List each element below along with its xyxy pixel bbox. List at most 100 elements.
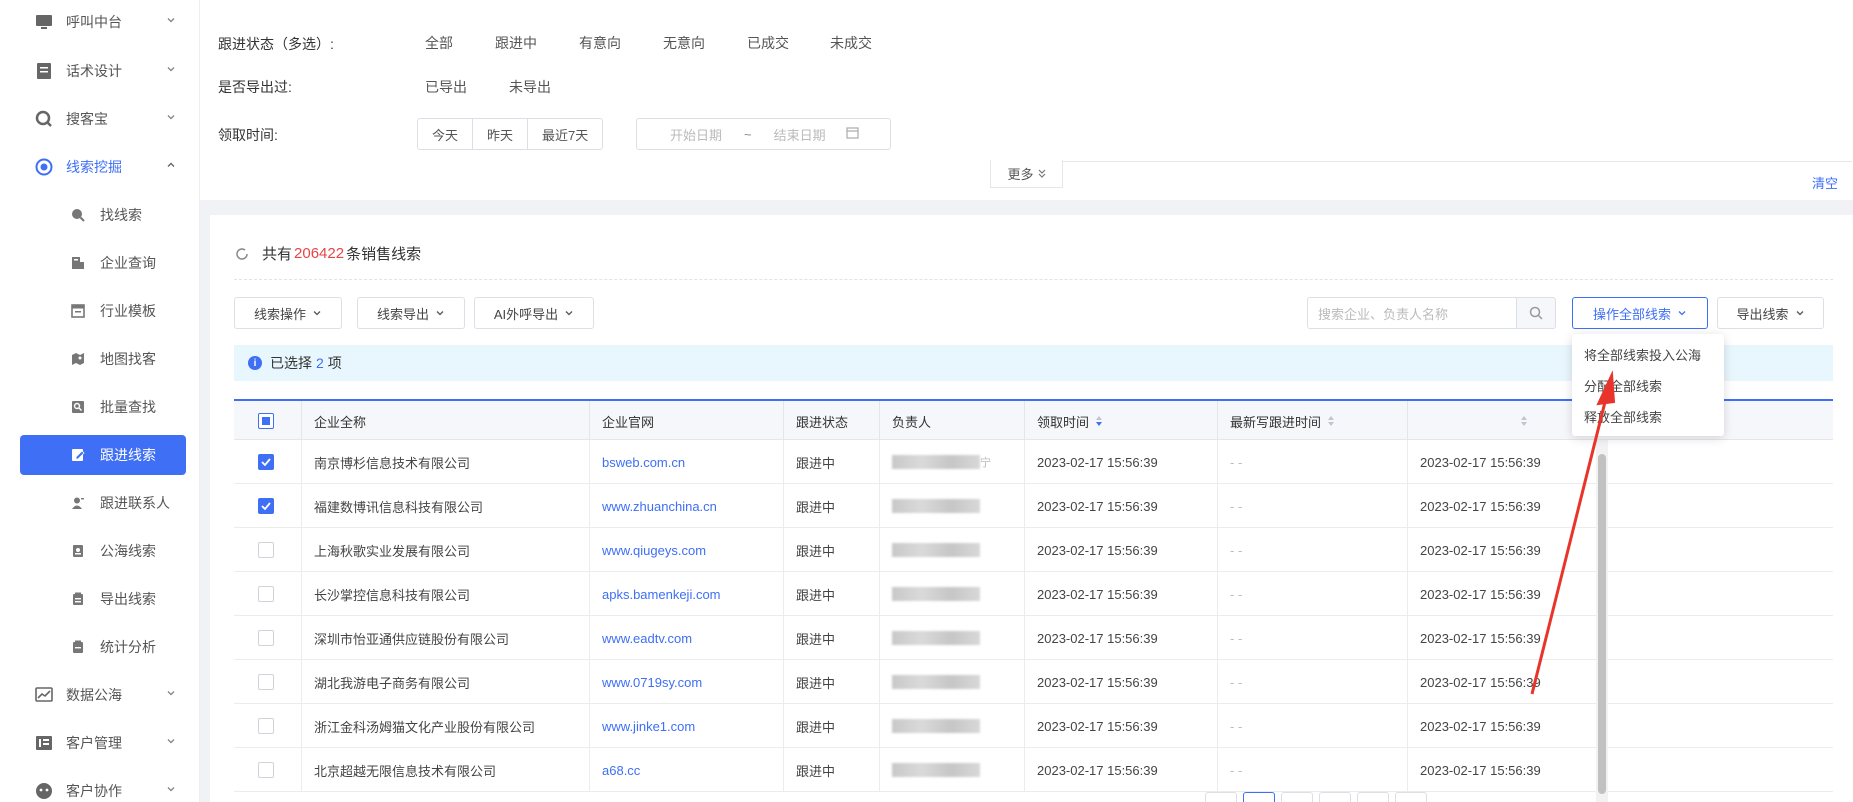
company-website-link[interactable]: a68.cc — [590, 748, 784, 792]
pager-prev[interactable] — [1205, 792, 1237, 802]
nav-item-call-center[interactable]: 呼叫中台 — [20, 2, 186, 42]
row-checkbox[interactable] — [258, 498, 274, 514]
extra-time: 2023-02-17 15:56:39 — [1420, 586, 1541, 602]
exported-option-yes[interactable]: 已导出 — [425, 77, 467, 97]
status-option-not-closed[interactable]: 未成交 — [830, 33, 872, 53]
redacted-owner — [892, 455, 980, 469]
nav-item-lead-mining[interactable]: 线索挖掘 — [20, 147, 186, 187]
pager-page[interactable] — [1281, 792, 1313, 802]
nav-item-customer-management[interactable]: 客户管理 — [20, 723, 186, 763]
more-divider — [1030, 161, 1852, 162]
exported-option-no[interactable]: 未导出 — [509, 77, 551, 97]
table-row[interactable]: 湖北我游电子商务有限公司 www.0719sy.com 跟进中 2023-02-17 … — [234, 660, 1833, 704]
nav-item-data-pool[interactable]: 数据公海 — [20, 675, 186, 715]
sidebar-item-public-pool[interactable]: 公海线索 — [20, 531, 186, 571]
redacted-owner — [892, 499, 980, 513]
clear-filters-link[interactable]: 清空 — [1812, 173, 1838, 192]
pager-page[interactable] — [1357, 792, 1389, 802]
search-customer-icon — [34, 110, 54, 128]
sidebar-item-company-query[interactable]: 企业查询 — [20, 243, 186, 283]
sidebar-item-statistics[interactable]: 统计分析 — [20, 627, 186, 667]
chevron-down-icon — [167, 691, 175, 696]
time-option-yesterday[interactable]: 昨天 — [473, 119, 529, 149]
sidebar-item-map-search[interactable]: 地图找客 — [20, 339, 186, 379]
status-option-all[interactable]: 全部 — [425, 33, 453, 53]
pager-page[interactable] — [1319, 792, 1351, 802]
time-option-today[interactable]: 今天 — [418, 119, 474, 149]
company-website-link[interactable]: www.zhuanchina.cn — [590, 484, 784, 528]
row-checkbox[interactable] — [258, 630, 274, 646]
table-scrollbar[interactable] — [1596, 440, 1608, 802]
row-checkbox[interactable] — [258, 586, 274, 602]
company-website-link[interactable]: bsweb.com.cn — [590, 440, 784, 484]
refresh-icon[interactable] — [234, 246, 250, 262]
company-website-link[interactable]: www.eadtv.com — [590, 616, 784, 660]
status-option-closed[interactable]: 已成交 — [747, 33, 789, 53]
table-row[interactable]: 深圳市怡亚通供应链股份有限公司 www.eadtv.com 跟进中 2023-02-1… — [234, 616, 1833, 660]
sidebar-item-follow-leads[interactable]: 跟进线索 — [20, 435, 186, 475]
nav-item-search-customer[interactable]: 搜客宝 — [20, 99, 186, 139]
redacted-owner — [892, 631, 980, 645]
pager-page[interactable] — [1395, 792, 1427, 802]
company-website-link[interactable]: www.jinke1.com — [590, 704, 784, 748]
export-leads-dropdown[interactable]: 导出线索 — [1717, 297, 1824, 329]
operate-all-leads-dropdown[interactable]: 操作全部线索 — [1572, 297, 1708, 329]
status-option-interested[interactable]: 有意向 — [579, 33, 621, 53]
table-row[interactable]: 南京博杉信息技术有限公司 bsweb.com.cn 跟进中 宁 2023-02-17 1… — [234, 440, 1833, 484]
table-row[interactable]: 上海秋歌实业发展有限公司 www.qiugeys.com 跟进中 2023-02-17… — [234, 528, 1833, 572]
time-option-last7[interactable]: 最近7天 — [528, 119, 602, 149]
chevron-down-icon — [565, 311, 573, 316]
sidebar-item-batch-search[interactable]: 批量查找 — [20, 387, 186, 427]
status-option-following[interactable]: 跟进中 — [495, 33, 537, 53]
selected-count: 2 — [316, 355, 324, 371]
more-filters-button[interactable]: 更多 — [990, 160, 1063, 188]
date-range-picker[interactable]: 开始日期 ~ 结束日期 — [636, 118, 891, 150]
sidebar-item-export-leads[interactable]: 导出线索 — [20, 579, 186, 619]
company-name: 南京博杉信息技术有限公司 — [302, 440, 590, 484]
row-checkbox[interactable] — [258, 454, 274, 470]
extra-time: 2023-02-17 15:56:39 — [1420, 718, 1541, 734]
scrollbar-thumb[interactable] — [1598, 454, 1606, 794]
lead-ops-dropdown[interactable]: 线索操作 — [234, 297, 342, 329]
col-last-follow-time[interactable]: 最新写跟进时间 — [1218, 401, 1408, 441]
ai-call-export-dropdown[interactable]: AI外呼导出 — [474, 297, 594, 329]
row-checkbox-cell — [234, 660, 302, 704]
row-checkbox[interactable] — [258, 762, 274, 778]
table-row[interactable]: 北京超越无限信息技术有限公司 a68.cc 跟进中 2023-02-17 15:56:… — [234, 748, 1833, 792]
sidebar-item-find-leads[interactable]: 找线索 — [20, 195, 186, 235]
search-input[interactable]: 搜索企业、负责人名称 — [1307, 297, 1517, 329]
row-checkbox[interactable] — [258, 674, 274, 690]
row-checkbox[interactable] — [258, 542, 274, 558]
double-chevron-down-icon — [1038, 169, 1045, 178]
time-filter-label: 领取时间: — [218, 127, 278, 143]
menu-item-release-all[interactable]: 释放全部线索 — [1584, 407, 1662, 426]
sidebar-item-industry-template[interactable]: 行业模板 — [20, 291, 186, 331]
owner-name: 宁 — [880, 440, 1025, 484]
col-claim-time[interactable]: 领取时间 — [1025, 401, 1218, 441]
company-website-link[interactable]: www.qiugeys.com — [590, 528, 784, 572]
nav-item-customer-collab[interactable]: 客户协作 — [20, 771, 186, 802]
redacted-owner — [892, 543, 980, 557]
company-website-link[interactable]: apks.bamenkeji.com — [590, 572, 784, 616]
claim-time: 2023-02-17 15:56:39 — [1025, 440, 1218, 484]
table-row[interactable]: 浙江金科汤姆猫文化产业股份有限公司 www.jinke1.com 跟进中 2023-0… — [234, 704, 1833, 748]
lead-export-dropdown[interactable]: 线索导出 — [357, 297, 465, 329]
nav-item-script-design[interactable]: 话术设计 — [20, 51, 186, 91]
chevron-down-icon — [313, 311, 321, 316]
menu-item-release-to-pool[interactable]: 将全部线索投入公海 — [1584, 345, 1701, 364]
target-icon — [34, 158, 54, 176]
row-checkbox[interactable] — [258, 718, 274, 734]
pager-page-current[interactable] — [1243, 792, 1275, 802]
sidebar-item-follow-contacts[interactable]: 跟进联系人 — [20, 483, 186, 523]
table-row[interactable]: 长沙掌控信息科技有限公司 apks.bamenkeji.com 跟进中 2023-02… — [234, 572, 1833, 616]
last-follow-time: - - — [1218, 704, 1408, 748]
select-all-checkbox[interactable] — [258, 413, 274, 429]
status-option-not-interested[interactable]: 无意向 — [663, 33, 705, 53]
customer-icon — [34, 734, 54, 752]
search-button[interactable] — [1516, 297, 1556, 329]
table-row[interactable]: 福建数博讯信息科技有限公司 www.zhuanchina.cn 跟进中 2023-02… — [234, 484, 1833, 528]
last-follow-time: - - — [1218, 572, 1408, 616]
claim-time: 2023-02-17 15:56:39 — [1025, 748, 1218, 792]
menu-item-assign-all[interactable]: 分配全部线索 — [1584, 376, 1662, 395]
company-website-link[interactable]: www.0719sy.com — [590, 660, 784, 704]
